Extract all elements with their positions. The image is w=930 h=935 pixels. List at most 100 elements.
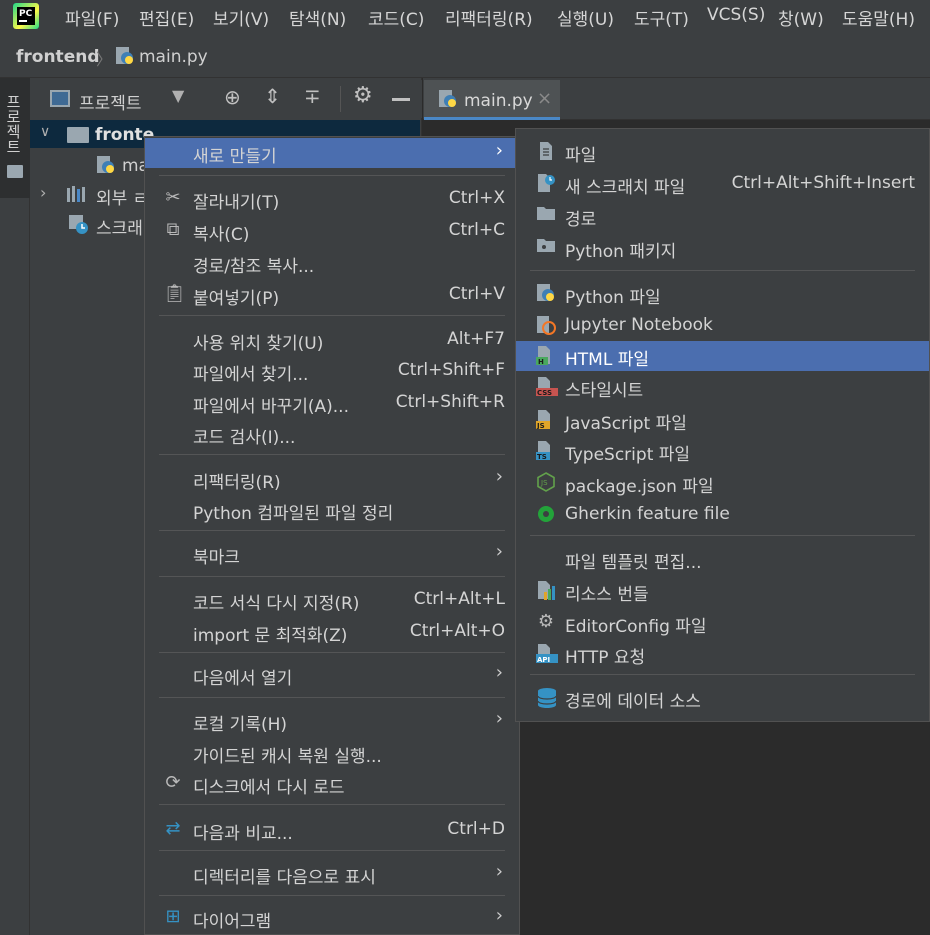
- menu-open-in-label: 다음에서 열기: [193, 669, 293, 689]
- chevron-down-icon[interactable]: ∨: [40, 124, 50, 140]
- ts-file-icon: TS: [536, 440, 556, 461]
- menu-navigate[interactable]: 탐색(N): [289, 5, 346, 30]
- submenu-arrow-icon: ›: [495, 905, 503, 926]
- editor-tab-main-py[interactable]: main.py ×: [424, 80, 560, 120]
- menu-bookmark[interactable]: 북마크 ›: [145, 539, 519, 569]
- folder-icon: [67, 127, 89, 143]
- new-editorconfig[interactable]: ⚙ EditorConfig 파일: [516, 608, 929, 638]
- menu-copy[interactable]: ⧉ 복사(C) Ctrl+C: [145, 216, 519, 246]
- menu-inspect-code[interactable]: 코드 검사(I)...: [145, 419, 519, 449]
- menu-reformat-shortcut: Ctrl+Alt+L: [413, 589, 505, 609]
- menu-window[interactable]: 창(W): [778, 5, 824, 30]
- tree-external-label[interactable]: 외부 ㄹ: [96, 184, 148, 209]
- menu-local-history[interactable]: 로컬 기록(H) ›: [145, 706, 519, 736]
- cucumber-icon: [536, 504, 556, 524]
- menu-separator: [530, 270, 915, 271]
- new-directory[interactable]: 경로: [516, 201, 929, 231]
- toolbar-divider: [340, 86, 341, 112]
- menu-view[interactable]: 보기(V): [213, 5, 269, 30]
- python-file-icon: [438, 89, 458, 109]
- menu-code[interactable]: 코드(C): [368, 5, 424, 30]
- menu-separator: [159, 576, 505, 577]
- new-jupyter-notebook[interactable]: Jupyter Notebook: [516, 311, 929, 341]
- menu-optimize-imports[interactable]: import 문 최적화(Z) Ctrl+Alt+O: [145, 617, 519, 647]
- close-icon[interactable]: ×: [537, 88, 552, 109]
- gear-icon[interactable]: ⚙: [353, 83, 373, 108]
- python-file-icon: [115, 46, 135, 66]
- svg-text:JS: JS: [536, 422, 545, 429]
- menu-separator: [159, 850, 505, 851]
- menu-compare-shortcut: Ctrl+D: [447, 819, 505, 839]
- html-file-icon: H: [536, 345, 556, 366]
- expand-all-icon[interactable]: ⇕: [264, 84, 281, 108]
- new-typescript-file[interactable]: TS TypeScript 파일: [516, 436, 929, 466]
- submenu-arrow-icon: ›: [495, 541, 503, 562]
- menu-paste[interactable]: 📋︎ 붙여넣기(P) Ctrl+V: [145, 280, 519, 310]
- collapse-all-icon[interactable]: ∓: [304, 84, 321, 108]
- edit-file-templates[interactable]: 파일 템플릿 편집...: [516, 544, 929, 574]
- breadcrumb-project[interactable]: frontend: [16, 47, 100, 67]
- menu-run[interactable]: 실행(U): [557, 5, 614, 30]
- copy-icon: ⧉: [166, 219, 180, 240]
- menu-help[interactable]: 도움말(H): [842, 5, 915, 30]
- menu-compare[interactable]: ⇄ 다음과 비교... Ctrl+D: [145, 815, 519, 845]
- menu-file[interactable]: 파일(F): [65, 5, 119, 30]
- package-folder-icon: [536, 237, 556, 257]
- jupyter-icon: [536, 315, 556, 335]
- menu-separator: [159, 530, 505, 531]
- menu-cache-recovery[interactable]: 가이드된 캐시 복원 실행...: [145, 738, 519, 768]
- menu-new[interactable]: 새로 만들기 ›: [145, 138, 519, 168]
- menu-refactor[interactable]: 리팩터링(R): [445, 5, 533, 30]
- library-icon: [66, 185, 90, 203]
- new-datasource-in-path[interactable]: 경로에 데이터 소스: [516, 683, 929, 713]
- new-html-file[interactable]: H HTML 파일: [516, 341, 929, 371]
- python-file-icon: [96, 155, 116, 175]
- python-file-icon: [536, 283, 556, 303]
- menu-open-in[interactable]: 다음에서 열기 ›: [145, 660, 519, 690]
- menu-edit[interactable]: 편집(E): [139, 5, 194, 30]
- chevron-right-icon[interactable]: ›: [40, 183, 46, 202]
- minimize-icon[interactable]: [392, 98, 410, 101]
- menu-diagrams[interactable]: ⊞ 다이어그램 ›: [145, 903, 519, 933]
- menu-find-usages[interactable]: 사용 위치 찾기(U) Alt+F7: [145, 325, 519, 355]
- menu-reformat-label: 코드 서식 다시 지정(R): [193, 594, 360, 614]
- menu-cut[interactable]: ✂ 잘라내기(T) Ctrl+X: [145, 184, 519, 214]
- menu-find-in-files-shortcut: Ctrl+Shift+F: [397, 360, 505, 380]
- menu-separator: [159, 454, 505, 455]
- menu-reformat[interactable]: 코드 서식 다시 지정(R) Ctrl+Alt+L: [145, 585, 519, 615]
- pycharm-logo-icon: PC: [13, 3, 39, 29]
- menu-cut-shortcut: Ctrl+X: [448, 188, 505, 208]
- menu-replace-in-files[interactable]: 파일에서 바꾸기(A)... Ctrl+Shift+R: [145, 388, 519, 418]
- menu-tools[interactable]: 도구(T): [634, 5, 689, 30]
- new-scratch-file[interactable]: 새 스크래치 파일 Ctrl+Alt+Shift+Insert: [516, 169, 929, 199]
- menu-clean-python[interactable]: Python 컴파일된 파일 정리: [145, 495, 519, 525]
- project-panel-title[interactable]: 프로젝트: [79, 89, 142, 114]
- menu-find-in-files[interactable]: 파일에서 찾기... Ctrl+Shift+F: [145, 356, 519, 386]
- menu-separator: [530, 674, 915, 675]
- scratch-file-icon: [536, 173, 556, 193]
- project-view-icon: [50, 90, 70, 107]
- js-file-icon: JS: [536, 409, 556, 430]
- new-python-package[interactable]: Python 패키지: [516, 233, 929, 263]
- new-http-request[interactable]: API HTTP 요청: [516, 639, 929, 669]
- menu-vcs[interactable]: VCS(S): [707, 5, 765, 25]
- new-python-file[interactable]: Python 파일: [516, 279, 929, 309]
- tree-scratch-label[interactable]: 스크래: [96, 214, 143, 239]
- new-gherkin-feature[interactable]: Gherkin feature file: [516, 500, 929, 530]
- breadcrumb-file[interactable]: main.py: [139, 47, 208, 67]
- new-resource-bundle[interactable]: 리소스 번들: [516, 576, 929, 606]
- menu-separator: [159, 697, 505, 698]
- menu-reload[interactable]: ⟳ 디스크에서 다시 로드: [145, 769, 519, 799]
- new-file[interactable]: 파일: [516, 137, 929, 167]
- menu-refactor[interactable]: 리팩터링(R) ›: [145, 464, 519, 494]
- breadcrumb-separator-icon: 〉: [96, 50, 113, 69]
- new-javascript-file[interactable]: JS JavaScript 파일: [516, 405, 929, 435]
- menu-copy-path[interactable]: 경로/참조 복사...: [145, 248, 519, 278]
- menu-mark-directory[interactable]: 디렉터리를 다음으로 표시 ›: [145, 859, 519, 889]
- new-stylesheet[interactable]: CSS 스타일시트: [516, 372, 929, 402]
- new-package-json[interactable]: JS package.json 파일: [516, 468, 929, 498]
- editor-tab-label: main.py: [464, 91, 533, 111]
- locate-target-icon[interactable]: ⊕: [224, 85, 241, 109]
- dropdown-chevron-icon[interactable]: ▼: [172, 86, 184, 105]
- menu-cut-label: 잘라내기(T): [193, 193, 280, 213]
